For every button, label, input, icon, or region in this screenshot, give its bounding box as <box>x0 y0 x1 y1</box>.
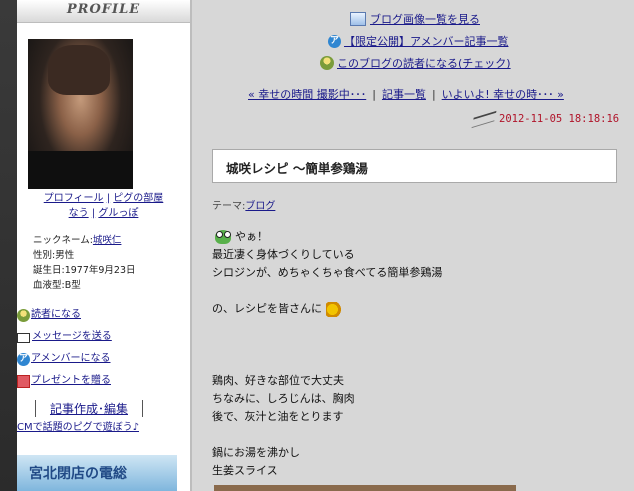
banner-text: 宮北閉店の電総 <box>29 466 127 482</box>
pig-room-link[interactable]: ピグの部屋 <box>113 193 163 204</box>
next-article-link[interactable]: いよいよ! 幸せの時･･･ » <box>442 88 564 101</box>
reader-icon <box>17 308 30 322</box>
send-present-label[interactable]: プレゼントを贈る <box>31 370 111 392</box>
gift-icon <box>17 374 30 388</box>
post-date: 2012-11-05 18:18:16 <box>499 113 620 125</box>
prev-article-link[interactable]: « 幸せの時間 撮影中･･･ <box>248 88 366 101</box>
left-background-strip <box>0 0 17 491</box>
theme-link[interactable]: ブログ <box>245 201 275 212</box>
column-divider <box>190 0 192 491</box>
become-reader-top-label[interactable]: このブログの読者になる(チェック) <box>337 55 511 71</box>
photo-clothing <box>28 151 133 189</box>
profile-stats: ニックネーム:城咲仁 性別:男性 誕生日:1977年9月23日 血液型:B型 <box>33 233 136 293</box>
photo-hair <box>48 45 110 95</box>
clap-hands-emoji-icon <box>326 301 342 317</box>
become-amember-action[interactable]: ア アメンバーになる <box>17 348 112 370</box>
send-message-label[interactable]: メッセージを送る <box>32 326 112 348</box>
reader-icon <box>320 56 334 70</box>
become-amember-label[interactable]: アメンバーになる <box>31 348 111 370</box>
now-link[interactable]: なう <box>69 208 89 219</box>
image-icon <box>350 12 366 26</box>
article-navigation: « 幸せの時間 撮影中･･･ | 記事一覧 | いよいよ! 幸せの時･･･ » <box>248 88 564 101</box>
send-present-action[interactable]: プレゼントを贈る <box>17 370 112 392</box>
article-list-link[interactable]: 記事一覧 <box>382 88 426 101</box>
blood-type-text: 血液型:B型 <box>33 280 81 291</box>
profile-links: プロフィール | ピグの部屋 なう | グルっぽ <box>43 193 164 219</box>
edit-article-link[interactable]: 記事作成･編集 <box>35 400 143 417</box>
body-line: 鍋にお湯を沸かし <box>212 446 300 459</box>
post-image[interactable] <box>214 485 516 491</box>
body-line: の、レシピを皆さんに <box>212 300 612 318</box>
ameba-icon: ア <box>328 34 341 48</box>
gurupo-link[interactable]: グルっぽ <box>98 208 138 219</box>
become-reader-link[interactable]: このブログの読者になる(チェック) <box>320 55 511 71</box>
body-line: シロジンが、めちゃくちゃ食べてる簡単参鶏湯 <box>212 266 443 279</box>
body-line: やぁ！ <box>212 228 612 246</box>
profile-title: PROFILE <box>66 2 141 17</box>
ameba-icon: ア <box>17 352 30 366</box>
post-title-box: 城咲レシピ ～簡単参鶏湯 <box>212 149 617 183</box>
body-line: ちなみに、しろじんは、胸肉 <box>212 392 355 405</box>
mail-icon <box>17 333 30 343</box>
profile-actions: 読者になる メッセージを送る ア アメンバーになる プレゼントを贈る <box>17 304 112 392</box>
send-message-action[interactable]: メッセージを送る <box>17 326 112 348</box>
nickname-label: ニックネーム: <box>33 235 93 246</box>
sidebar-banner[interactable]: 宮北閉店の電総 <box>17 455 177 491</box>
profile-sidebar: PROFILE プロフィール | ピグの部屋 なう | グルっぽ ニックネーム:… <box>17 0 190 491</box>
post-body: やぁ！ 最近凄く身体づくりしている シロジンが、めちゃくちゃ食べてる簡単参鶏湯 … <box>212 228 612 480</box>
limited-list-label[interactable]: 【限定公開】アメンバー記事一覧 <box>344 33 508 49</box>
post-theme: テーマ:ブログ <box>212 197 275 212</box>
image-list-label[interactable]: ブログ画像一覧を見る <box>370 11 480 27</box>
pig-cm-link[interactable]: CMで話題のピグで遊ぼう♪ <box>17 418 139 433</box>
profile-link[interactable]: プロフィール <box>44 193 104 204</box>
post-date-row: 2012-11-05 18:18:16 <box>472 110 619 128</box>
body-line: 後で、灰汁と油をとります <box>212 410 344 423</box>
become-reader-action[interactable]: 読者になる <box>17 304 112 326</box>
profile-header: PROFILE <box>17 0 190 23</box>
birthday-text: 誕生日:1977年9月23日 <box>33 265 136 276</box>
image-list-link[interactable]: ブログ画像一覧を見る <box>350 11 480 27</box>
limited-list-link[interactable]: ア 【限定公開】アメンバー記事一覧 <box>328 33 508 49</box>
profile-photo[interactable] <box>28 39 133 189</box>
gender-text: 性別:男性 <box>33 250 75 261</box>
signature-icon <box>472 110 496 128</box>
become-reader-label[interactable]: 読者になる <box>31 304 81 326</box>
body-line: 最近凄く身体づくりしている <box>212 248 355 261</box>
post-title: 城咲レシピ ～簡単参鶏湯 <box>226 161 368 176</box>
theme-label: テーマ: <box>212 201 246 212</box>
frog-emoji-icon <box>215 230 231 244</box>
body-line: 生姜スライス <box>212 464 278 477</box>
body-line: 鶏肉、好きな部位で大丈夫 <box>212 374 344 387</box>
nickname-link[interactable]: 城咲仁 <box>93 235 122 246</box>
